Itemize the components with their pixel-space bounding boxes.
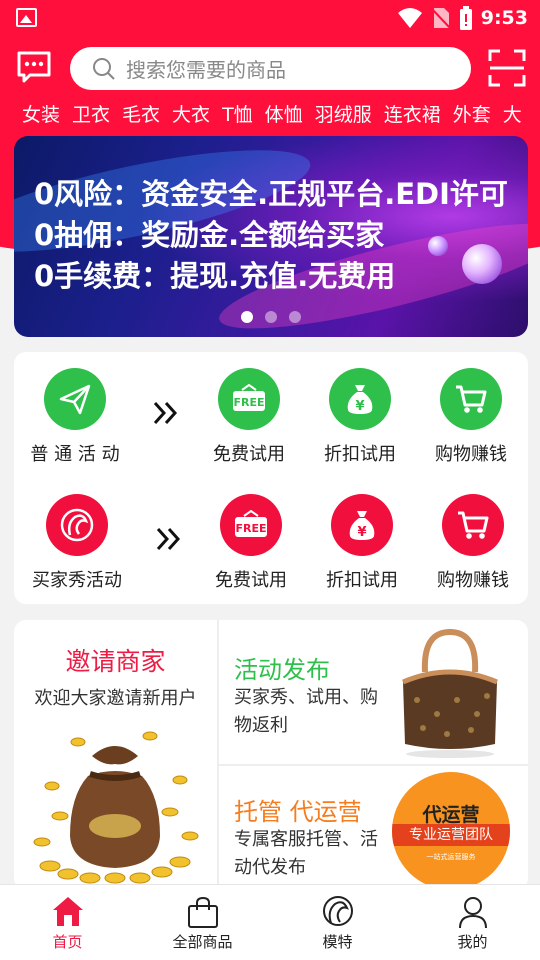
message-icon[interactable] [16,50,52,84]
double-chevron-icon [156,527,181,551]
status-time: 9:53 [480,7,528,29]
banner-text: 0风险：资金安全.正规平台.EDI许可 0抽佣：奖励金.全额给买家 0手续费：提… [34,174,508,297]
operate-subtitle: 专属客服托管、活动代发布 [234,829,378,878]
publish-title: 活动发布 [234,656,330,684]
nav-all-products[interactable]: 全部商品 [135,885,270,960]
operate-title: 托管 代运营 [234,798,362,826]
search-icon [93,57,115,80]
promo-card: 邀请商家 欢迎大家邀请新用户 活动发布 买家秀、试用、购物返利 托管 代运营 专… [14,620,528,890]
discount-trial-normal[interactable]: ¥ 折扣试用 [305,368,415,466]
handbag-image [402,628,498,758]
nav-mine[interactable]: 我的 [405,885,540,960]
badge-ribbon: 专业运营团队 [392,824,510,846]
user-icon [458,897,487,929]
svg-text:¥: ¥ [355,399,364,414]
shop-earn-show[interactable]: 购物赚钱 [418,494,528,592]
category-tab[interactable]: 大衣 [172,100,210,130]
model-head-icon [46,494,108,556]
nav-label: 全部商品 [172,933,233,951]
operation-badge: 代运营 专业运营团队 一站式运营服务 [392,772,510,890]
status-bar: 9:53 [0,0,540,36]
banner-line: 0风险：资金安全.正规平台.EDI许可 [34,177,508,211]
nav-model[interactable]: 模特 [270,885,405,960]
free-trial-label: 免费试用 [215,570,287,591]
banner-dot-active[interactable] [241,311,253,323]
discount-trial-show[interactable]: ¥ 折扣试用 [307,494,417,592]
search-input[interactable]: 搜索您需要的商品 [70,47,471,90]
free-tag-icon: FREE [220,494,282,556]
double-chevron-icon [153,401,178,425]
buyer-show-label: 买家秀活动 [32,570,122,591]
discount-trial-label: 折扣试用 [324,444,396,465]
normal-activity[interactable]: 普 通 活 动 [20,368,130,466]
svg-text:FREE: FREE [235,522,266,535]
discount-trial-label: 折扣试用 [326,570,398,591]
wifi-icon [397,8,422,28]
category-tab[interactable]: 外套 [453,100,491,130]
badge-small-text: 一站式运营服务 [426,853,476,861]
activity-card: 普 通 活 动 FREE 免费试用 ¥ 折扣试用 购物赚钱 买家秀活动 FREE… [14,352,528,604]
svg-text:FREE: FREE [233,396,264,409]
category-bar: 女装 卫衣 毛衣 大衣 T恤 体恤 羽绒服 连衣裙 外套 大 [0,100,540,130]
nav-label: 首页 [52,933,83,951]
publish-subtitle: 买家秀、试用、购物返利 [234,687,378,736]
free-trial-show[interactable]: FREE 免费试用 [196,494,306,592]
bottom-nav: 首页 全部商品 模特 我的 [0,884,540,960]
category-tab[interactable]: 连衣裙 [384,100,441,130]
free-trial-normal[interactable]: FREE 免费试用 [194,368,304,466]
banner-line: 0手续费：提现.充值.无费用 [34,259,396,293]
shop-earn-normal[interactable]: 购物赚钱 [416,368,526,466]
battery-icon [459,6,472,30]
category-tab[interactable]: 羽绒服 [315,100,372,130]
money-bag-icon: ¥ [329,368,391,430]
category-tab[interactable]: 女装 [22,100,60,130]
nav-label: 我的 [457,933,488,951]
banner-dot[interactable] [265,311,277,323]
category-tab[interactable]: 体恤 [265,100,303,130]
shop-earn-label: 购物赚钱 [435,444,507,465]
svg-text:¥: ¥ [357,525,366,540]
invite-subtitle: 欢迎大家邀请新用户 [34,688,197,709]
banner-dot[interactable] [289,311,301,323]
badge-title: 代运营 [422,804,480,826]
buyer-show-activity[interactable]: 买家秀活动 [22,494,132,592]
banner-pagination [14,311,528,323]
shopping-cart-icon [440,368,502,430]
no-sim-icon [431,8,451,29]
nav-home[interactable]: 首页 [0,885,135,960]
gallery-icon [16,8,37,27]
money-bag-coins-illustration [33,731,199,884]
promo-banner[interactable]: 0风险：资金安全.正规平台.EDI许可 0抽佣：奖励金.全额给买家 0手续费：提… [14,136,528,337]
scan-icon[interactable] [488,49,526,87]
free-tag-icon: FREE [218,368,280,430]
banner-line: 0抽佣：奖励金.全额给买家 [34,218,385,252]
shopping-bag-icon [187,896,218,928]
nav-label: 模特 [322,933,353,951]
invite-merchant-panel[interactable]: 邀请商家 欢迎大家邀请新用户 [14,620,217,890]
model-icon [322,896,353,926]
paper-plane-icon [44,368,106,430]
activity-publish-panel[interactable]: 活动发布 买家秀、试用、购物返利 [219,620,528,764]
money-bag-icon: ¥ [331,494,393,556]
category-tab[interactable]: 毛衣 [122,100,160,130]
category-tab[interactable]: 大 [503,100,522,130]
category-tab[interactable]: T恤 [222,100,253,130]
normal-activity-label: 普 通 活 动 [30,444,120,465]
shop-earn-label: 购物赚钱 [437,570,509,591]
category-tab[interactable]: 卫衣 [72,100,110,130]
shopping-cart-icon [442,494,504,556]
invite-title: 邀请商家 [65,647,166,676]
free-trial-label: 免费试用 [213,444,285,465]
search-placeholder: 搜索您需要的商品 [126,58,286,82]
home-icon [52,897,83,926]
